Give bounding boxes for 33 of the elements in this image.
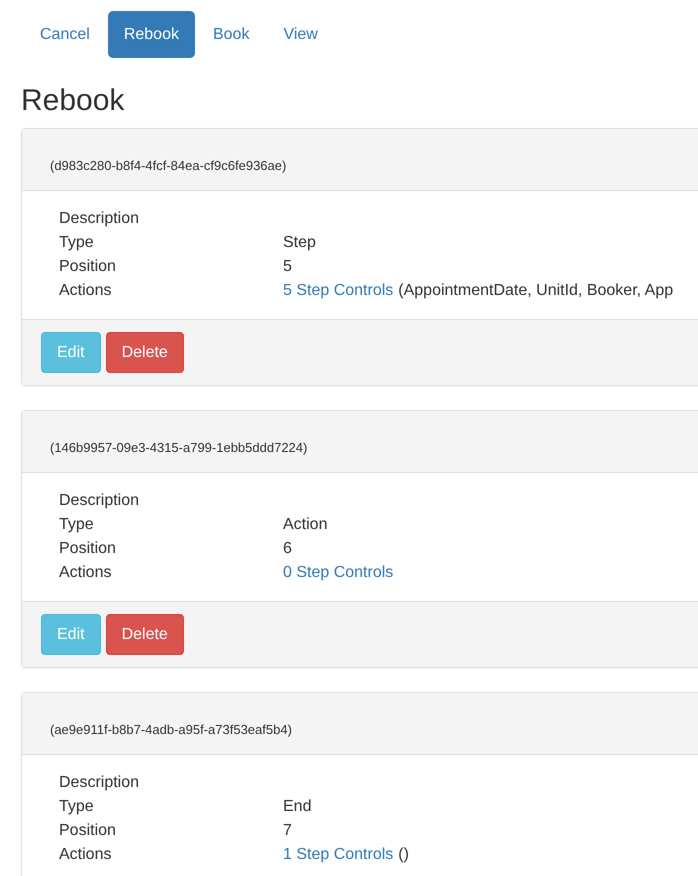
field-label: Actions: [59, 845, 112, 865]
field-value: Action: [283, 515, 328, 535]
field-label: Description: [59, 773, 140, 793]
field-label: Type: [59, 797, 95, 817]
field-value: (): [398, 845, 409, 865]
record-id: (ae9e911f-b8b7-4adb-a95f-a73f53eaf5b4): [50, 722, 292, 737]
field-value: (AppointmentDate, UnitId, Booker, App: [398, 281, 674, 301]
record-id: (d983c280-b8f4-4fcf-84ea-cf9c6fe936ae): [50, 158, 286, 173]
field-value: 5: [283, 257, 292, 277]
delete-button[interactable]: Delete: [106, 332, 184, 373]
field-value: End: [283, 797, 312, 817]
field-label: Description: [59, 209, 140, 229]
nav-tab[interactable]: Rebook: [108, 11, 195, 58]
field-label: Position: [59, 821, 117, 841]
page-title: Rebook: [21, 84, 124, 118]
step-controls-link[interactable]: 0 Step Controls: [283, 561, 394, 585]
step-controls-link[interactable]: 5 Step Controls: [283, 279, 394, 303]
field-label: Position: [59, 257, 117, 277]
field-label: Type: [59, 233, 95, 253]
record-id: (146b9957-09e3-4315-a799-1ebb5ddd7224): [50, 440, 308, 455]
field-value: 6: [283, 539, 292, 559]
step-controls-link[interactable]: 1 Step Controls: [283, 843, 394, 867]
nav-tab[interactable]: Cancel: [24, 11, 106, 58]
field-value: 7: [283, 821, 292, 841]
delete-button[interactable]: Delete: [106, 614, 184, 655]
field-label: Type: [59, 515, 95, 535]
field-label: Position: [59, 539, 117, 559]
nav-tab[interactable]: View: [267, 11, 334, 58]
field-label: Actions: [59, 281, 112, 301]
field-value: Step: [283, 233, 316, 253]
field-label: Actions: [59, 563, 112, 583]
nav-tab[interactable]: Book: [196, 11, 266, 58]
field-label: Description: [59, 491, 140, 511]
